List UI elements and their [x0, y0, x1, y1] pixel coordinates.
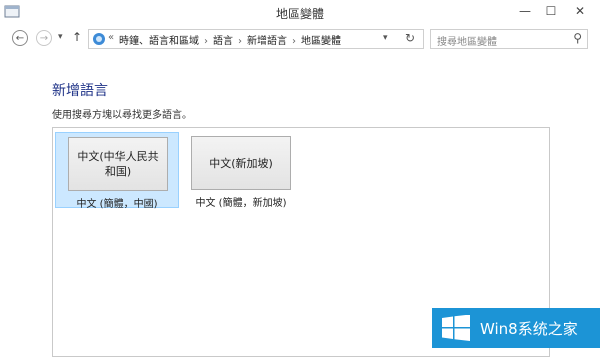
breadcrumb-item-language[interactable]: 語言 [213, 36, 233, 47]
variant-tile-label: 中文(中华人民共和国) [68, 137, 168, 191]
search-icon[interactable]: ⚲ [573, 31, 582, 45]
breadcrumb-item-clock-language-region[interactable]: 時鐘、語言和區域 [119, 36, 199, 47]
breadcrumb-separator[interactable]: › [238, 36, 242, 47]
back-button[interactable]: ← [12, 30, 28, 46]
address-bar[interactable]: « 時鐘、語言和區域 › 語言 › 新增語言 › 地區變體 ▾ ↻ [88, 29, 424, 49]
title-bar: 地區變體 — ☐ ✕ [0, 0, 600, 26]
watermark-text: Win8系统之家 [480, 320, 578, 338]
variant-tile-caption: 中文 (簡體，中國) [76, 199, 158, 210]
window-title: 地區變體 [275, 7, 324, 21]
maximize-button[interactable]: ☐ [540, 2, 562, 20]
page-description: 使用搜尋方塊以尋找更多語言。 [52, 110, 192, 121]
watermark: Win8系统之家 [432, 308, 600, 348]
address-row: ← → ▾ ↑ « 時鐘、語言和區域 › 語言 › 新增語言 › 地區變體 ▾ ↻ 搜尋地區… [0, 26, 600, 52]
variant-tile-china[interactable]: 中文(中华人民共和国) 中文 (簡體，中國) [55, 132, 179, 210]
minimize-button[interactable]: — [514, 2, 536, 20]
control-panel-icon [93, 33, 105, 45]
breadcrumb-item-add-language[interactable]: 新增語言 [247, 36, 287, 47]
breadcrumb-separator[interactable]: › [292, 36, 296, 47]
refresh-button[interactable]: ↻ [405, 31, 415, 45]
search-input[interactable]: 搜尋地區變體 [437, 33, 497, 48]
variant-tile-singapore[interactable]: 中文(新加坡) 中文 (簡體，新加坡) [179, 132, 303, 209]
windows-logo-icon [442, 315, 470, 341]
variant-tile-label: 中文(新加坡) [191, 136, 291, 190]
address-dropdown-button[interactable]: ▾ [383, 33, 388, 43]
breadcrumb-item-regional-variants[interactable]: 地區變體 [301, 36, 341, 47]
variant-tile-caption: 中文 (簡體，新加坡) [195, 198, 287, 209]
breadcrumb: 時鐘、語言和區域 › 語言 › 新增語言 › 地區變體 [119, 32, 341, 47]
search-box[interactable]: 搜尋地區變體 ⚲ [430, 29, 588, 49]
recent-locations-button[interactable]: ▾ [58, 32, 63, 42]
up-button[interactable]: ↑ [72, 30, 82, 44]
close-button[interactable]: ✕ [566, 2, 594, 20]
page-title: 新增語言 [52, 83, 108, 99]
breadcrumb-separator[interactable]: › [204, 36, 208, 47]
breadcrumb-overflow[interactable]: « [108, 32, 114, 43]
forward-button[interactable]: → [36, 30, 52, 46]
